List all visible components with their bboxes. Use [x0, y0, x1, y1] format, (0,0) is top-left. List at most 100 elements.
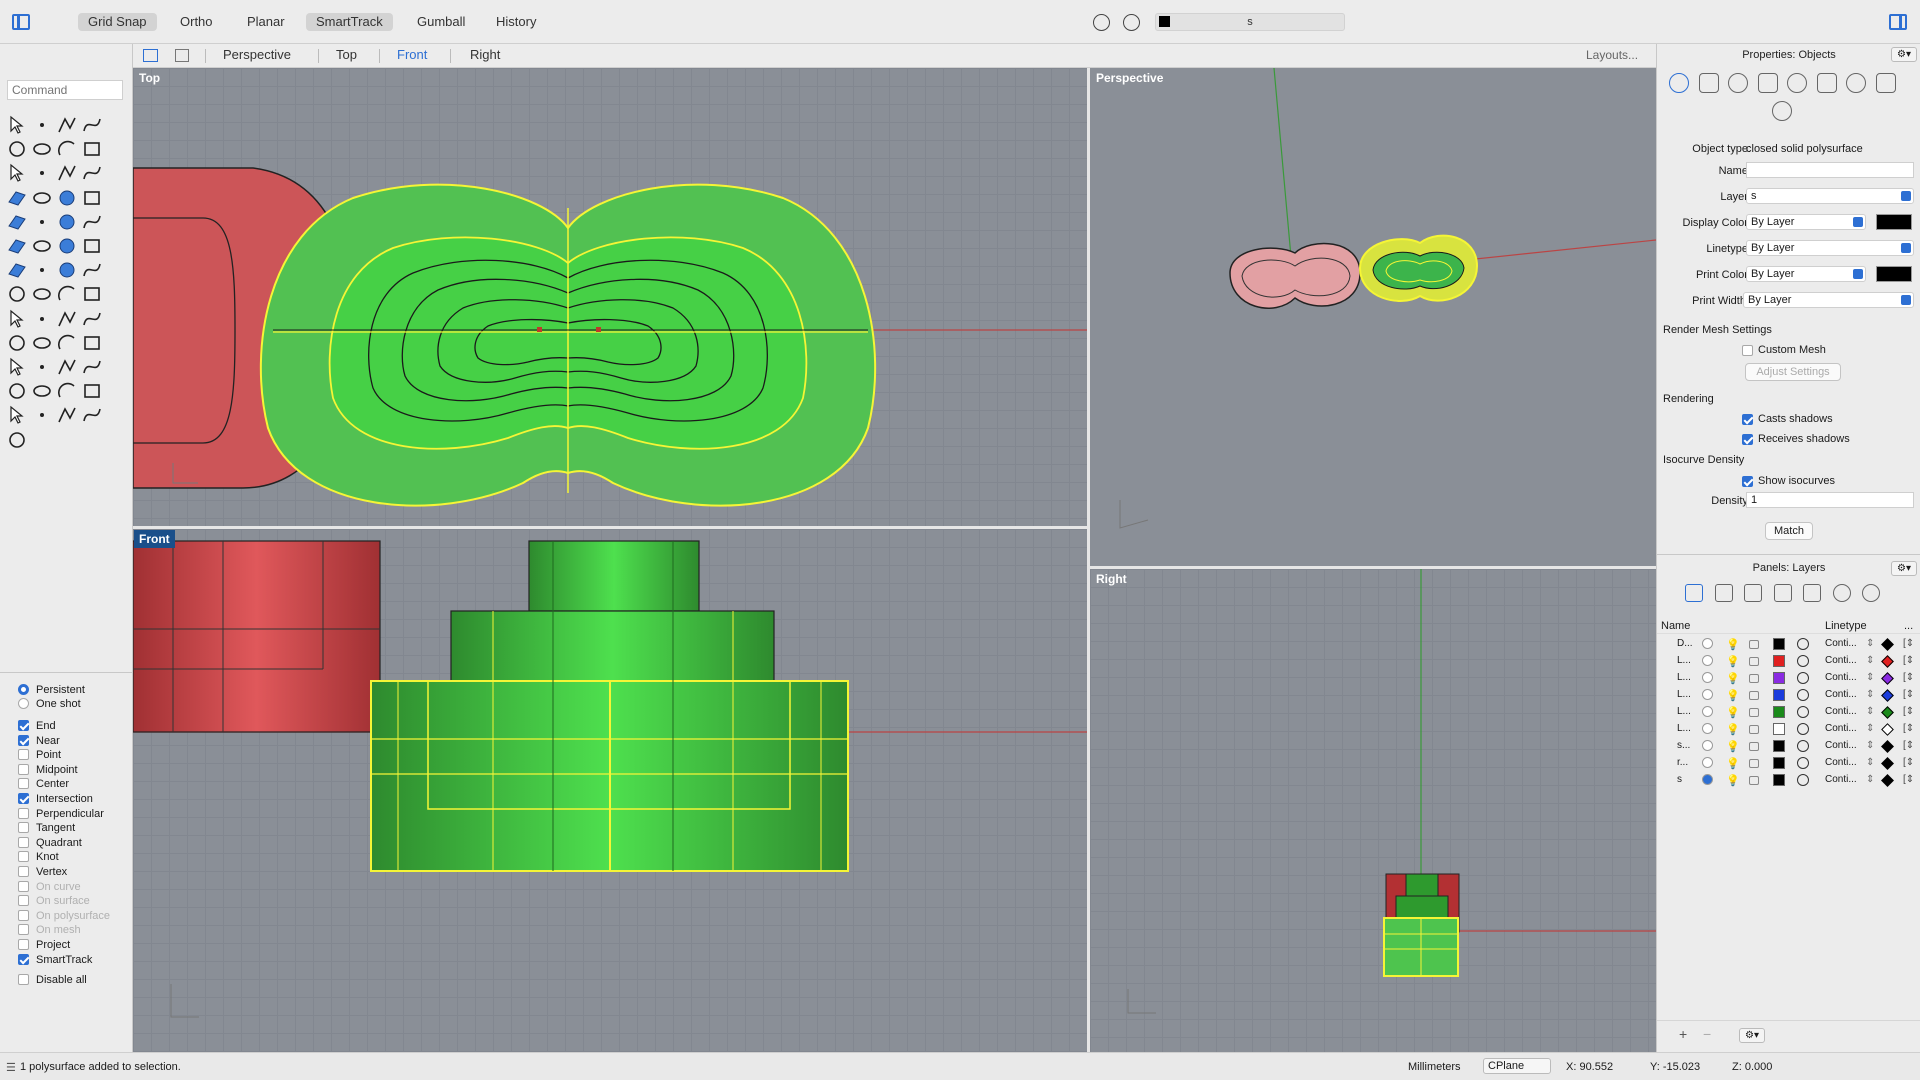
tool-text-icon[interactable] — [6, 235, 28, 257]
print-width-stepper-icon[interactable]: [⇕ — [1903, 655, 1914, 666]
lock-icon[interactable] — [1749, 742, 1759, 751]
layer-row[interactable]: L... 💡 Conti... ⇕ [⇕ — [1657, 653, 1920, 670]
tool-circle-icon[interactable] — [6, 138, 28, 160]
tool-annotate-icon[interactable] — [81, 380, 103, 402]
tool-fillet-icon[interactable] — [31, 162, 53, 184]
decal-icon[interactable] — [1757, 73, 1778, 93]
layer-color-swatch[interactable] — [1773, 757, 1785, 769]
lock-icon[interactable] — [1749, 640, 1759, 649]
material-circle-icon[interactable] — [1797, 655, 1809, 667]
adjust-settings-button[interactable]: Adjust Settings — [1745, 363, 1841, 381]
tool-cylinder-icon[interactable] — [56, 187, 78, 209]
layer-color-swatch[interactable] — [1773, 723, 1785, 735]
tool-zoom-selected-icon[interactable] — [81, 308, 103, 330]
planar-button[interactable]: Planar — [237, 13, 295, 31]
viewport-right[interactable]: Right — [1090, 569, 1656, 1052]
properties-gear-icon[interactable]: ⚙▾ — [1891, 47, 1917, 62]
tool-surface-edit-icon[interactable] — [81, 162, 103, 184]
linetype-value[interactable]: Conti... — [1825, 689, 1857, 700]
tool-point-icon[interactable] — [56, 404, 78, 426]
layer-row[interactable]: L... 💡 Conti... ⇕ [⇕ — [1657, 670, 1920, 687]
material-circle-icon[interactable] — [1797, 774, 1809, 786]
lock-icon[interactable] — [1749, 776, 1759, 785]
print-color-diamond-icon[interactable] — [1881, 757, 1894, 770]
layer-color-swatch[interactable] — [1773, 655, 1785, 667]
tool-ellipse-icon[interactable] — [31, 138, 53, 160]
material-circle-icon[interactable] — [1797, 757, 1809, 769]
current-layer-radio-icon[interactable] — [1702, 655, 1713, 666]
grid-snap-button[interactable]: Grid Snap — [78, 13, 157, 31]
current-layer-radio-icon[interactable] — [1702, 706, 1713, 717]
shut-lining-icon[interactable] — [1875, 73, 1896, 93]
print-width-stepper-icon[interactable]: [⇕ — [1903, 689, 1914, 700]
lock-icon[interactable] — [1749, 674, 1759, 683]
tool-surface-icon[interactable] — [56, 162, 78, 184]
layer-row[interactable]: L... 💡 Conti... ⇕ [⇕ — [1657, 687, 1920, 704]
tool-group-icon[interactable] — [81, 235, 103, 257]
linetype-stepper-icon[interactable]: ⇕ — [1866, 757, 1874, 768]
layouts-button[interactable]: Layouts... — [1586, 44, 1638, 66]
lightbulb-icon[interactable]: 💡 — [1726, 689, 1740, 702]
layers-icon[interactable] — [1685, 584, 1703, 602]
layer-row[interactable]: s 💡 Conti... ⇕ [⇕ — [1657, 772, 1920, 789]
linetype-stepper-icon[interactable]: ⇕ — [1866, 706, 1874, 717]
gumball-button[interactable]: Gumball — [407, 13, 475, 31]
tool-lock-icon[interactable] — [31, 356, 53, 378]
tool-sphere-shade-icon[interactable] — [6, 380, 28, 402]
print-color-swatch[interactable] — [1876, 266, 1912, 282]
linetype-stepper-icon[interactable]: ⇕ — [1866, 774, 1874, 785]
lightbulb-icon[interactable]: 💡 — [1726, 706, 1740, 719]
current-layer-radio-icon[interactable] — [1702, 672, 1713, 683]
tool-select-icon[interactable] — [6, 114, 28, 136]
notes-icon[interactable] — [1714, 584, 1733, 602]
list-icon[interactable]: ☰ — [6, 1061, 16, 1074]
tool-polygon-icon[interactable] — [6, 162, 28, 184]
tool-zoom-icon[interactable] — [6, 308, 28, 330]
object-icon[interactable] — [1744, 584, 1762, 602]
linetype-value[interactable]: Conti... — [1825, 638, 1857, 649]
linetype-select[interactable]: By Layer — [1746, 240, 1914, 256]
command-input[interactable] — [7, 80, 123, 100]
print-width-stepper-icon[interactable]: [⇕ — [1903, 672, 1914, 683]
tool-mesh-icon[interactable] — [56, 283, 78, 305]
tool-box-icon[interactable] — [6, 187, 28, 209]
layer-color-swatch[interactable] — [1773, 740, 1785, 752]
current-layer-radio-icon[interactable] — [1702, 757, 1713, 768]
tool-curve-icon[interactable] — [81, 114, 103, 136]
match-button[interactable]: Match — [1765, 522, 1813, 540]
print-color-diamond-icon[interactable] — [1881, 655, 1894, 668]
viewport-title[interactable]: Front — [134, 530, 175, 548]
current-layer-radio-icon[interactable] — [1702, 740, 1713, 751]
layer-select[interactable]: s — [1746, 188, 1914, 204]
object-properties-icon[interactable] — [1669, 73, 1689, 93]
display-color-select[interactable]: By Layer — [1746, 214, 1866, 230]
tool-cplane-icon[interactable] — [6, 404, 28, 426]
named-views-icon[interactable] — [1773, 584, 1792, 602]
displacement-icon[interactable] — [1846, 73, 1866, 93]
tool-polyline-icon[interactable] — [81, 404, 103, 426]
tool-material-icon[interactable] — [81, 332, 103, 354]
tab-right[interactable]: Right — [470, 44, 500, 66]
current-layer-radio-icon[interactable] — [1702, 723, 1713, 734]
current-layer-radio-icon[interactable] — [1702, 689, 1713, 700]
layer-color-swatch[interactable] — [1773, 672, 1785, 684]
cplane-select[interactable]: CPlane — [1483, 1058, 1551, 1074]
attribute-icon[interactable] — [1787, 73, 1807, 93]
linetype-value[interactable]: Conti... — [1825, 774, 1857, 785]
tool-render-icon[interactable] — [31, 332, 53, 354]
notifications-icon[interactable] — [1862, 584, 1880, 602]
tool-block-icon[interactable] — [56, 235, 78, 257]
texture-mapping-icon[interactable] — [1728, 73, 1748, 93]
material-icon[interactable] — [1698, 73, 1719, 93]
lightbulb-icon[interactable]: 💡 — [1726, 638, 1740, 651]
layers-options-gear-icon[interactable]: ⚙▾ — [1739, 1028, 1765, 1043]
smarttrack-button[interactable]: SmartTrack — [306, 13, 393, 31]
print-color-diamond-icon[interactable] — [1881, 723, 1894, 736]
linetype-value[interactable]: Conti... — [1825, 655, 1857, 666]
single-layout-icon[interactable] — [175, 49, 189, 62]
print-color-diamond-icon[interactable] — [1881, 706, 1894, 719]
tool-curve-icon[interactable] — [6, 429, 28, 451]
remove-layer-icon[interactable]: − — [1703, 1026, 1711, 1042]
material-circle-icon[interactable] — [1797, 706, 1809, 718]
tool-explode-icon[interactable] — [6, 283, 28, 305]
